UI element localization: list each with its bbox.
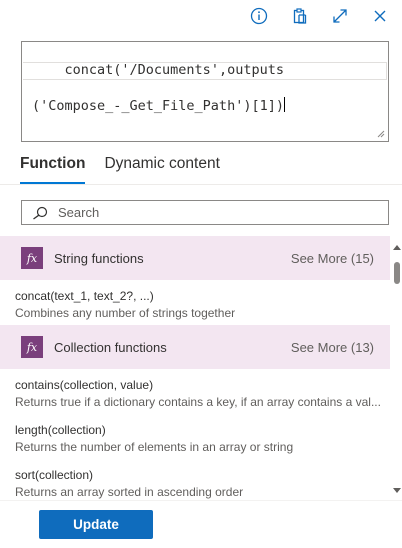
function-signature: contains(collection, value) [15,378,154,392]
function-item-concat[interactable]: concat(text_1, text_2?, ...) Combines an… [0,280,390,325]
expression-line-1: concat('/Documents',outputs [64,62,284,78]
function-description: Returns the number of elements in an arr… [15,440,294,454]
footer-divider [0,500,402,501]
category-string-functions[interactable]: fx String functions See More (15) [0,236,390,280]
clipboard-icon[interactable] [289,5,311,27]
close-icon[interactable] [369,5,391,27]
see-more-link[interactable]: See More (13) [291,340,374,355]
expression-line-2: ('Compose_-_Get_File_Path')[1]) [32,98,284,114]
function-description: Returns true if a dictionary contains a … [15,395,381,409]
function-item-sort[interactable]: sort(collection) Returns an array sorted… [0,459,390,500]
search-box [21,200,389,225]
expression-editor[interactable]: concat('/Documents',outputs ('Compose_-_… [21,41,389,142]
function-description: Returns an array sorted in ascending ord… [15,485,244,499]
function-item-length[interactable]: length(collection) Returns the number of… [0,414,390,459]
function-description: Combines any number of strings together [15,306,236,320]
see-more-link[interactable]: See More (15) [291,251,374,266]
text-caret [283,97,285,112]
info-icon[interactable] [248,5,270,27]
function-signature: length(collection) [15,423,106,437]
search-input[interactable] [58,205,378,220]
expression-text: concat('/Documents',outputs ('Compose_-_… [32,43,388,151]
function-icon: fx [21,336,43,358]
tab-function[interactable]: Function [20,152,86,184]
function-item-contains[interactable]: contains(collection, value) Returns true… [0,369,390,414]
resize-grip-icon[interactable] [376,129,385,138]
category-collection-functions[interactable]: fx Collection functions See More (13) [0,325,390,369]
tab-dynamic-content[interactable]: Dynamic content [104,152,219,184]
search-icon [28,202,52,224]
scroll-down-arrow-icon[interactable] [393,487,401,495]
panel-toolbar [0,0,402,32]
function-signature: sort(collection) [15,468,94,482]
tab-bar: Function Dynamic content [20,152,220,184]
category-title: Collection functions [54,339,167,355]
list-scrollbar[interactable] [392,243,402,495]
function-signature: concat(text_1, text_2?, ...) [15,289,154,303]
tab-divider [0,184,402,185]
update-button[interactable]: Update [39,510,153,539]
function-icon: fx [21,247,43,269]
expand-icon[interactable] [329,5,351,27]
function-list: fx String functions See More (15) concat… [0,236,390,500]
category-title: String functions [54,250,144,266]
scrollbar-thumb[interactable] [394,262,400,284]
scroll-up-arrow-icon[interactable] [393,243,401,251]
expression-line-2-wrap: ('Compose_-_Get_File_Path')[1]) [32,97,388,115]
